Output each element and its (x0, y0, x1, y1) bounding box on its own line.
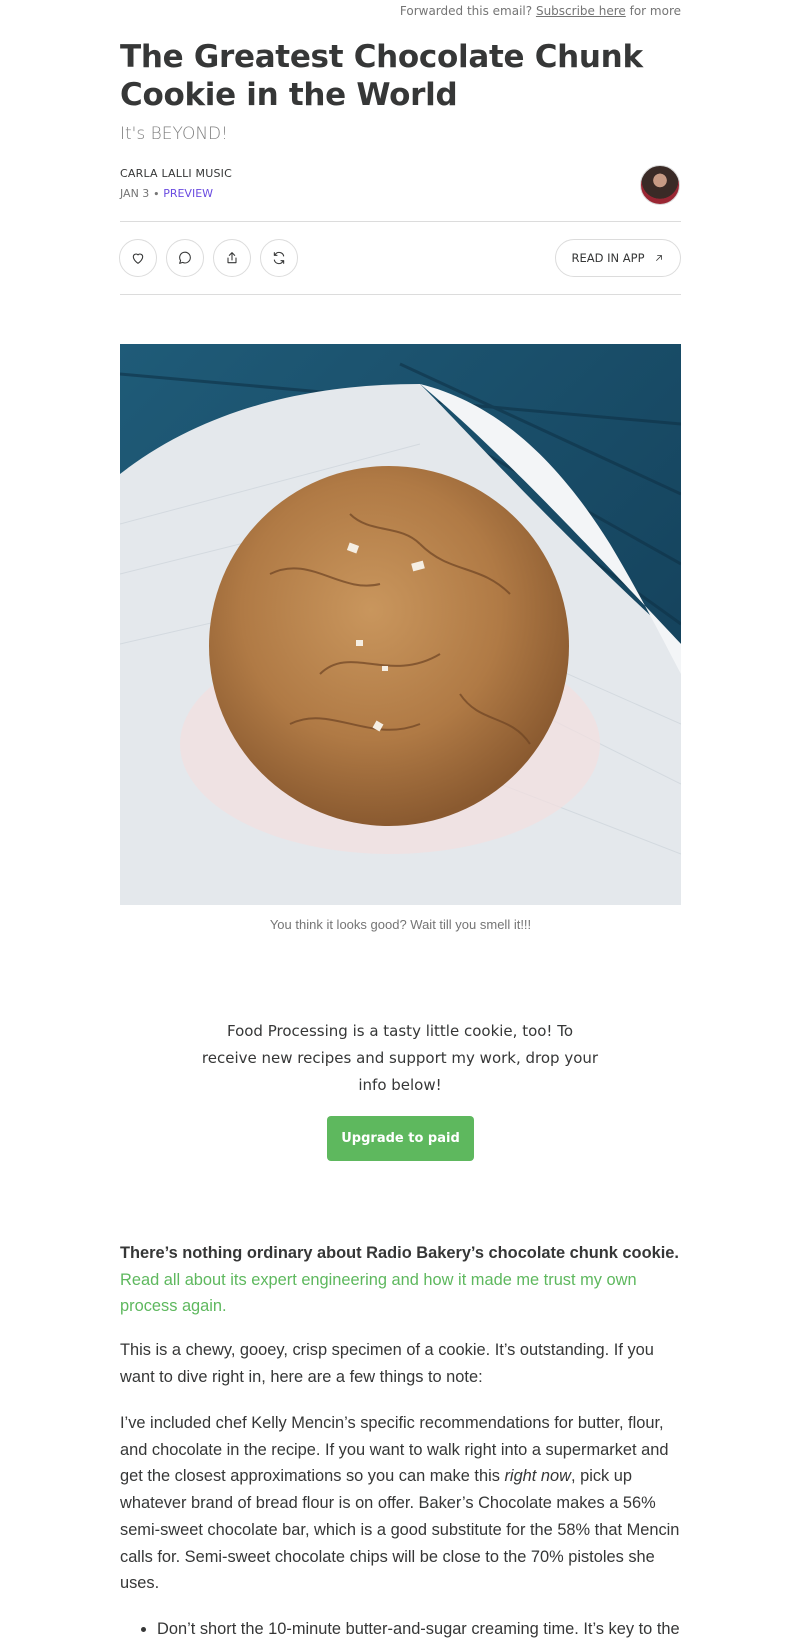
lead-link[interactable]: Read all about its expert engineering an… (120, 1271, 637, 1316)
upgrade-to-paid-button[interactable]: Upgrade to paid (327, 1116, 474, 1161)
author-avatar[interactable] (640, 165, 680, 205)
subscribe-cta-text: Food Processing is a tasty little cookie… (201, 1022, 599, 1094)
dateline-separator: ∙ (152, 187, 160, 200)
forward-notice: Forwarded this email? Subscribe here for… (400, 4, 681, 18)
author-name[interactable]: CARLA LALLI MUSIC (120, 167, 681, 180)
post-subtitle: It's BEYOND! (120, 124, 228, 144)
image-caption: You think it looks good? Wait till you s… (269, 917, 532, 932)
divider-bottom (120, 294, 681, 295)
p2-italic: right now (504, 1467, 571, 1486)
cookie-photo[interactable] (120, 344, 681, 905)
divider-top (120, 221, 681, 222)
lead-paragraph: There’s nothing ordinary about Radio Bak… (120, 1240, 685, 1320)
heart-icon (132, 253, 144, 264)
like-button[interactable] (119, 239, 157, 277)
subscribe-link[interactable]: Subscribe here (536, 4, 626, 18)
forward-suffix: for more (629, 4, 681, 18)
restack-button[interactable] (260, 239, 298, 277)
p2-after: , pick up whatever brand of bread flour … (120, 1467, 680, 1593)
share-button[interactable] (213, 239, 251, 277)
arrow-up-right-icon (655, 255, 662, 261)
paragraph-2: I’ve included chef Kelly Mencin’s specif… (120, 1410, 685, 1597)
comment-button[interactable] (166, 239, 204, 277)
post-title: The Greatest Chocolate Chunk Cookie in t… (120, 39, 643, 113)
comment-icon (179, 251, 191, 264)
restack-icon (273, 251, 285, 265)
tips-list: Don’t short the 10-minute butter-and-sug… (120, 1616, 722, 1643)
share-icon (227, 252, 237, 264)
read-in-app-button[interactable]: READ IN APP (555, 239, 681, 277)
lead-bold: There’s nothing ordinary about Radio Bak… (120, 1244, 679, 1262)
post-dateline: JAN 3 ∙ PREVIEW (120, 187, 681, 200)
read-in-app-label: READ IN APP (571, 251, 645, 265)
preview-label: PREVIEW (163, 187, 214, 200)
forward-text: Forwarded this email? (399, 4, 533, 18)
paragraph-1: This is a chewy, gooey, crisp specimen o… (120, 1341, 654, 1386)
cookie-illustration (120, 344, 681, 905)
post-date: JAN 3 (120, 187, 150, 200)
list-item: Don’t short the 10-minute butter-and-sug… (157, 1616, 722, 1643)
